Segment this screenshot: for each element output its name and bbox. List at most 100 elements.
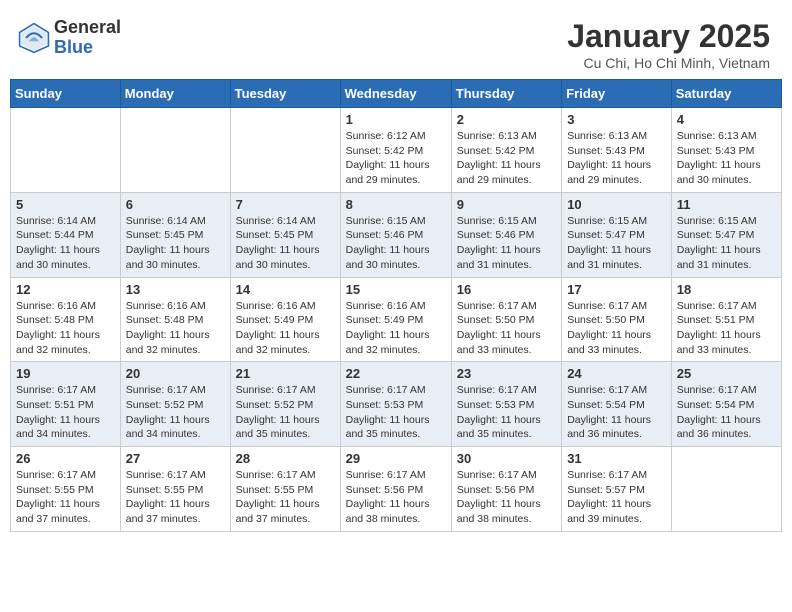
day-info: Sunrise: 6:16 AM Sunset: 5:48 PM Dayligh… bbox=[126, 299, 225, 358]
day-info: Sunrise: 6:17 AM Sunset: 5:52 PM Dayligh… bbox=[126, 383, 225, 442]
calendar-cell: 7 Sunrise: 6:14 AM Sunset: 5:45 PM Daylig… bbox=[230, 192, 340, 277]
day-info: Sunrise: 6:17 AM Sunset: 5:56 PM Dayligh… bbox=[346, 468, 446, 527]
day-info: Sunrise: 6:17 AM Sunset: 5:50 PM Dayligh… bbox=[457, 299, 556, 358]
calendar-cell: 4 Sunrise: 6:13 AM Sunset: 5:43 PM Daylig… bbox=[671, 108, 781, 193]
day-number: 25 bbox=[677, 366, 776, 381]
day-info: Sunrise: 6:14 AM Sunset: 5:45 PM Dayligh… bbox=[126, 214, 225, 273]
calendar-cell bbox=[120, 108, 230, 193]
header-wednesday: Wednesday bbox=[340, 80, 451, 108]
header-sunday: Sunday bbox=[11, 80, 121, 108]
day-info: Sunrise: 6:13 AM Sunset: 5:42 PM Dayligh… bbox=[457, 129, 556, 188]
header-thursday: Thursday bbox=[451, 80, 561, 108]
day-number: 6 bbox=[126, 197, 225, 212]
day-number: 24 bbox=[567, 366, 666, 381]
calendar-cell: 20 Sunrise: 6:17 AM Sunset: 5:52 PM Dayli… bbox=[120, 362, 230, 447]
day-info: Sunrise: 6:17 AM Sunset: 5:53 PM Dayligh… bbox=[346, 383, 446, 442]
day-number: 4 bbox=[677, 112, 776, 127]
day-number: 9 bbox=[457, 197, 556, 212]
calendar-cell: 10Sunrise: 6:15 AM Sunset: 5:47 PM Dayli… bbox=[562, 192, 672, 277]
day-info: Sunrise: 6:14 AM Sunset: 5:44 PM Dayligh… bbox=[16, 214, 115, 273]
day-number: 19 bbox=[16, 366, 115, 381]
day-number: 28 bbox=[236, 451, 335, 466]
day-info: Sunrise: 6:13 AM Sunset: 5:43 PM Dayligh… bbox=[677, 129, 776, 188]
calendar-cell: 8Sunrise: 6:15 AM Sunset: 5:46 PM Daylig… bbox=[340, 192, 451, 277]
day-number: 29 bbox=[346, 451, 446, 466]
logo-general: General bbox=[54, 18, 121, 38]
day-number: 10 bbox=[567, 197, 666, 212]
location: Cu Chi, Ho Chi Minh, Vietnam bbox=[567, 55, 770, 71]
day-info: Sunrise: 6:17 AM Sunset: 5:51 PM Dayligh… bbox=[16, 383, 115, 442]
day-number: 5 bbox=[16, 197, 115, 212]
day-number: 30 bbox=[457, 451, 556, 466]
day-number: 17 bbox=[567, 282, 666, 297]
calendar-cell: 18Sunrise: 6:17 AM Sunset: 5:51 PM Dayli… bbox=[671, 277, 781, 362]
logo-blue: Blue bbox=[54, 38, 121, 58]
calendar-cell: 1Sunrise: 6:12 AM Sunset: 5:42 PM Daylig… bbox=[340, 108, 451, 193]
calendar-cell: 26 Sunrise: 6:17 AM Sunset: 5:55 PM Dayli… bbox=[11, 447, 121, 532]
day-number: 3 bbox=[567, 112, 666, 127]
day-info: Sunrise: 6:17 AM Sunset: 5:55 PM Dayligh… bbox=[236, 468, 335, 527]
calendar-cell bbox=[230, 108, 340, 193]
day-number: 12 bbox=[16, 282, 115, 297]
day-number: 18 bbox=[677, 282, 776, 297]
day-info: Sunrise: 6:17 AM Sunset: 5:53 PM Dayligh… bbox=[457, 383, 556, 442]
day-number: 20 bbox=[126, 366, 225, 381]
calendar-cell: 22Sunrise: 6:17 AM Sunset: 5:53 PM Dayli… bbox=[340, 362, 451, 447]
title-block: January 2025 Cu Chi, Ho Chi Minh, Vietna… bbox=[567, 18, 770, 71]
calendar-week-row: 12 Sunrise: 6:16 AM Sunset: 5:48 PM Dayli… bbox=[11, 277, 782, 362]
day-info: Sunrise: 6:17 AM Sunset: 5:57 PM Dayligh… bbox=[567, 468, 666, 527]
header-monday: Monday bbox=[120, 80, 230, 108]
calendar-cell bbox=[11, 108, 121, 193]
calendar-cell: 19 Sunrise: 6:17 AM Sunset: 5:51 PM Dayli… bbox=[11, 362, 121, 447]
calendar-cell: 6 Sunrise: 6:14 AM Sunset: 5:45 PM Daylig… bbox=[120, 192, 230, 277]
calendar-cell: 14Sunrise: 6:16 AM Sunset: 5:49 PM Dayli… bbox=[230, 277, 340, 362]
day-info: Sunrise: 6:17 AM Sunset: 5:54 PM Dayligh… bbox=[677, 383, 776, 442]
calendar-week-row: 26 Sunrise: 6:17 AM Sunset: 5:55 PM Dayli… bbox=[11, 447, 782, 532]
header-tuesday: Tuesday bbox=[230, 80, 340, 108]
day-info: Sunrise: 6:17 AM Sunset: 5:56 PM Dayligh… bbox=[457, 468, 556, 527]
day-info: Sunrise: 6:15 AM Sunset: 5:47 PM Dayligh… bbox=[677, 214, 776, 273]
calendar-cell: 28 Sunrise: 6:17 AM Sunset: 5:55 PM Dayli… bbox=[230, 447, 340, 532]
calendar-cell bbox=[671, 447, 781, 532]
day-number: 26 bbox=[16, 451, 115, 466]
calendar-cell: 12 Sunrise: 6:16 AM Sunset: 5:48 PM Dayli… bbox=[11, 277, 121, 362]
calendar-cell: 29 Sunrise: 6:17 AM Sunset: 5:56 PM Dayli… bbox=[340, 447, 451, 532]
day-number: 7 bbox=[236, 197, 335, 212]
day-info: Sunrise: 6:16 AM Sunset: 5:48 PM Dayligh… bbox=[16, 299, 115, 358]
day-number: 1 bbox=[346, 112, 446, 127]
day-number: 21 bbox=[236, 366, 335, 381]
day-info: Sunrise: 6:17 AM Sunset: 5:52 PM Dayligh… bbox=[236, 383, 335, 442]
day-number: 2 bbox=[457, 112, 556, 127]
day-number: 13 bbox=[126, 282, 225, 297]
calendar-cell: 2 Sunrise: 6:13 AM Sunset: 5:42 PM Daylig… bbox=[451, 108, 561, 193]
day-number: 11 bbox=[677, 197, 776, 212]
page-header: General Blue January 2025 Cu Chi, Ho Chi… bbox=[10, 10, 782, 79]
day-number: 15 bbox=[346, 282, 446, 297]
day-info: Sunrise: 6:14 AM Sunset: 5:45 PM Dayligh… bbox=[236, 214, 335, 273]
calendar-cell: 27 Sunrise: 6:17 AM Sunset: 5:55 PM Dayli… bbox=[120, 447, 230, 532]
calendar-cell: 31 Sunrise: 6:17 AM Sunset: 5:57 PM Dayli… bbox=[562, 447, 672, 532]
calendar-cell: 17 Sunrise: 6:17 AM Sunset: 5:50 PM Dayli… bbox=[562, 277, 672, 362]
calendar-cell: 25 Sunrise: 6:17 AM Sunset: 5:54 PM Dayli… bbox=[671, 362, 781, 447]
calendar-cell: 3Sunrise: 6:13 AM Sunset: 5:43 PM Daylig… bbox=[562, 108, 672, 193]
day-info: Sunrise: 6:17 AM Sunset: 5:55 PM Dayligh… bbox=[16, 468, 115, 527]
day-info: Sunrise: 6:17 AM Sunset: 5:50 PM Dayligh… bbox=[567, 299, 666, 358]
day-number: 27 bbox=[126, 451, 225, 466]
calendar-cell: 9Sunrise: 6:15 AM Sunset: 5:46 PM Daylig… bbox=[451, 192, 561, 277]
day-info: Sunrise: 6:17 AM Sunset: 5:54 PM Dayligh… bbox=[567, 383, 666, 442]
day-number: 8 bbox=[346, 197, 446, 212]
day-number: 14 bbox=[236, 282, 335, 297]
logo-icon bbox=[18, 22, 50, 54]
calendar-cell: 30 Sunrise: 6:17 AM Sunset: 5:56 PM Dayli… bbox=[451, 447, 561, 532]
logo-text: General Blue bbox=[54, 18, 121, 58]
weekday-header-row: Sunday Monday Tuesday Wednesday Thursday… bbox=[11, 80, 782, 108]
calendar-cell: 15Sunrise: 6:16 AM Sunset: 5:49 PM Dayli… bbox=[340, 277, 451, 362]
header-saturday: Saturday bbox=[671, 80, 781, 108]
day-number: 23 bbox=[457, 366, 556, 381]
header-friday: Friday bbox=[562, 80, 672, 108]
day-info: Sunrise: 6:17 AM Sunset: 5:55 PM Dayligh… bbox=[126, 468, 225, 527]
day-number: 31 bbox=[567, 451, 666, 466]
calendar-week-row: 1Sunrise: 6:12 AM Sunset: 5:42 PM Daylig… bbox=[11, 108, 782, 193]
month-title: January 2025 bbox=[567, 18, 770, 55]
calendar-cell: 24 Sunrise: 6:17 AM Sunset: 5:54 PM Dayli… bbox=[562, 362, 672, 447]
